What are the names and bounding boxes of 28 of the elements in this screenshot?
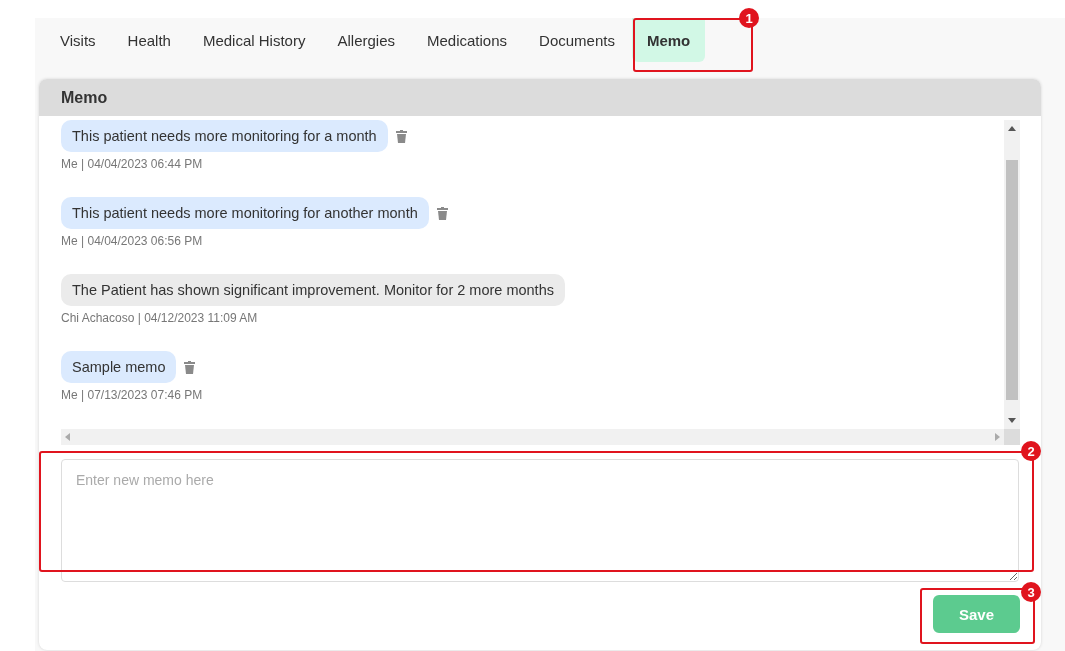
tab[interactable]: Visits: [45, 18, 111, 62]
tab[interactable]: Allergies: [322, 18, 410, 62]
memo-bubble: Sample memo: [61, 351, 177, 383]
scroll-right-icon[interactable]: [995, 433, 1000, 441]
tab[interactable]: Documents: [524, 18, 630, 62]
memo-meta: Me | 04/04/2023 06:44 PM: [61, 157, 204, 171]
memo-meta: Chi Achacoso | 04/12/2023 11:09 AM: [61, 311, 259, 325]
trash-icon[interactable]: [395, 129, 407, 143]
tab[interactable]: Health: [112, 18, 186, 62]
memo-bubble: This patient needs more monitoring for another month: [61, 197, 429, 229]
scroll-up-icon[interactable]: [1008, 126, 1016, 131]
vertical-scrollbar[interactable]: [1004, 120, 1020, 429]
tab[interactable]: Memo: [631, 18, 706, 62]
memo-meta: Me | 07/13/2023 07:46 PM: [61, 388, 204, 402]
horizontal-scrollbar[interactable]: [61, 429, 1004, 445]
memo-bubble: This patient needs more monitoring for a month: [61, 120, 388, 152]
memo-bubble: The Patient has shown significant improvement. Monitor for 2 more months: [61, 274, 565, 306]
scroll-down-icon[interactable]: [1008, 418, 1016, 423]
card-title: Memo: [39, 79, 1041, 116]
memo-input[interactable]: Enter new memo here: [61, 459, 1019, 582]
trash-icon[interactable]: [184, 360, 196, 374]
memo-meta: Me | 04/04/2023 06:56 PM: [61, 234, 204, 248]
callout-badge: 1: [739, 8, 759, 28]
trash-icon[interactable]: [436, 206, 448, 220]
scrollbar-corner: [1004, 429, 1020, 445]
tab[interactable]: Medical History: [187, 18, 321, 62]
tab[interactable]: Medications: [412, 18, 523, 62]
scroll-left-icon[interactable]: [65, 433, 70, 441]
